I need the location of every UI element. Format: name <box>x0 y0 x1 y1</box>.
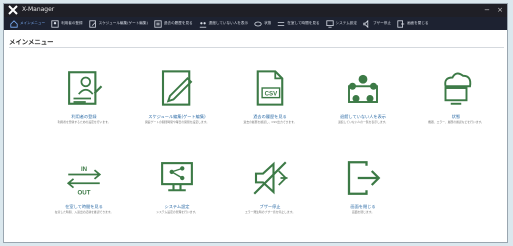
schedule-edit-icon <box>89 19 96 28</box>
toolbar-label: ブザー停止 <box>373 21 391 25</box>
toolbar-history[interactable]: 過去の履歴を見る <box>154 17 193 30</box>
toolbar-people[interactable]: 退館していない人を表示 <box>199 17 248 30</box>
menu-card-buzzer-stop[interactable]: ブザー停止 エラー発生時のブザー音を停止します。 <box>236 154 304 215</box>
toolbar-in-out[interactable]: 在室して時間を見る <box>277 17 320 30</box>
user-register-icon <box>68 71 103 105</box>
toolbar-label: 画面を閉じる <box>406 21 429 25</box>
toolbar-user-register[interactable]: 利用者の登録 <box>51 17 83 30</box>
toolbar-status[interactable]: 状態 <box>254 17 271 30</box>
menu-card-history[interactable]: CSV 過去の履歴を見る 過去の履歴を確認し、CSV出力できます。 <box>236 64 304 125</box>
in-out-icon <box>278 21 285 26</box>
menu-card-exit[interactable]: 画面を閉じる 画面を閉じます。 <box>329 154 397 215</box>
cloud-status-icon <box>444 72 472 105</box>
system-settings-icon <box>161 162 193 192</box>
schedule-edit-icon <box>161 70 193 106</box>
people-icon <box>348 74 378 103</box>
people-icon <box>199 21 206 28</box>
card-description: システム設定の管理を行います。 <box>156 210 198 214</box>
toolbar: メインメニュー 利用者の登録 スケジュール編集(ゲート編集) 過去の履歴を見る … <box>4 17 507 30</box>
system-settings-icon <box>325 19 334 28</box>
card-description: 退館していない人の一覧を表示します。 <box>338 120 388 124</box>
menu-card-status[interactable]: 状態 機器、エラー、履歴の確認などを行います。 <box>422 64 490 125</box>
menu-card-people[interactable]: 退館していない人を表示 退館していない人の一覧を表示します。 <box>329 64 397 125</box>
toolbar-label: 状態 <box>264 21 272 25</box>
menu-card-schedule-edit[interactable]: スケジュール編集(ゲート編集) 開錠ゲートの開閉時間や曜日の開閉を設定します。 <box>143 64 211 125</box>
history-icon <box>154 19 162 28</box>
toolbar-label: 利用者の登録 <box>61 21 83 25</box>
toolbar-label: システム設定 <box>335 21 357 25</box>
card-description: 過去の履歴を確認し、CSV出力できます。 <box>243 120 297 124</box>
page-title: メインメニュー <box>9 38 54 46</box>
toolbar-exit[interactable]: 画面を閉じる <box>397 17 429 30</box>
exit-icon <box>347 161 381 195</box>
app-window: X-Manager − × メインメニュー 利用者の登録 スケジュール編集(ゲー… <box>3 3 508 243</box>
toolbar-label: スケジュール編集(ゲート編集) <box>98 21 148 25</box>
toolbar-schedule-edit[interactable]: スケジュール編集(ゲート編集) <box>89 17 148 30</box>
buzzer-stop-icon <box>253 161 288 195</box>
csv-history-icon: CSV <box>256 70 284 106</box>
toolbar-system-settings[interactable]: システム設定 <box>325 17 357 30</box>
svg-text:CSV: CSV <box>265 90 278 97</box>
toolbar-label: 過去の履歴を見る <box>163 21 193 25</box>
toolbar-label: メインメニュー <box>20 21 46 25</box>
card-description: 機器、エラー、履歴の確認などを行います。 <box>428 120 484 124</box>
card-description: 利用者を登録するための設定を行います。 <box>57 120 111 124</box>
title-bar: X-Manager − × <box>4 4 507 17</box>
card-description: エラー発生時のブザー音を停止します。 <box>244 210 296 214</box>
minimize-icon[interactable]: − <box>481 4 493 17</box>
user-register-icon <box>51 19 59 28</box>
close-icon[interactable]: × <box>494 4 506 17</box>
menu-card-user-register[interactable]: 利用者の登録 利用者を登録するための設定を行います。 <box>50 64 118 125</box>
svg-text:OUT: OUT <box>78 190 91 197</box>
menu-card-system-settings[interactable]: システム設定 システム設定の管理を行います。 <box>143 154 211 215</box>
divider <box>9 47 504 48</box>
in-out-icon: IN OUT <box>66 166 102 197</box>
exit-icon <box>397 19 405 28</box>
toolbar-label: 退館していない人を表示 <box>208 21 249 25</box>
svg-text:IN: IN <box>81 166 87 173</box>
card-description: 画面を閉じます。 <box>351 210 375 214</box>
toolbar-main-menu[interactable]: メインメニュー <box>10 17 45 30</box>
card-description: 開錠ゲートの開閉時間や曜日の開閉を設定します。 <box>144 120 210 124</box>
card-description: 在室した時間、入退出の記録を確認できます。 <box>54 210 114 214</box>
buzzer-stop-icon <box>363 19 369 28</box>
window-title: X-Manager <box>22 6 55 13</box>
toolbar-label: 在室して時間を見る <box>287 21 320 25</box>
cloud-status-icon <box>254 21 262 26</box>
app-logo-icon <box>8 5 18 15</box>
menu-card-in-out[interactable]: IN OUT 在室して時間を見る 在室した時間、入退出の記録を確認できます。 <box>50 154 118 215</box>
home-icon <box>10 19 18 28</box>
toolbar-buzzer-stop[interactable]: ブザー停止 <box>363 17 391 30</box>
